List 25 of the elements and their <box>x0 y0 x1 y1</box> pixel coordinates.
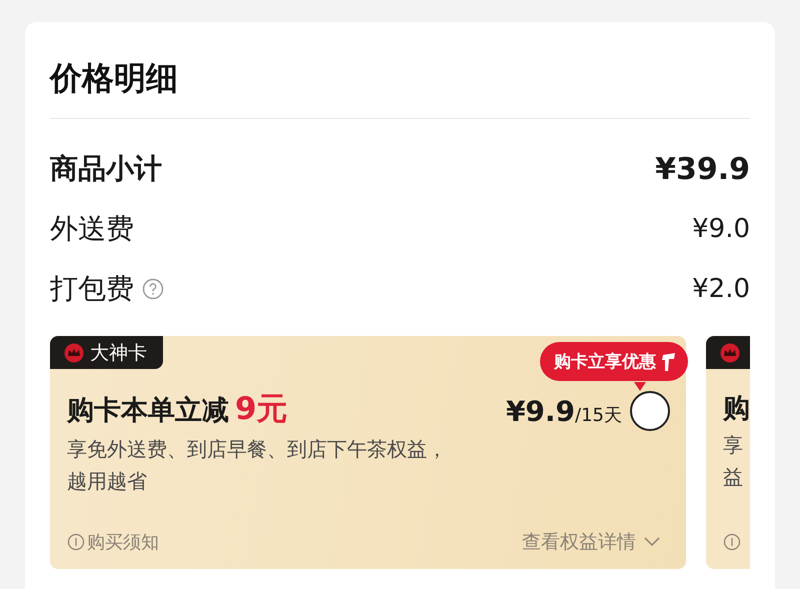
promo-bubble: 购卡立享优惠 <box>540 342 688 381</box>
fee-label: 打包费 <box>50 271 134 307</box>
section-title: 价格明细 <box>50 58 750 119</box>
benefit-details-link[interactable]: 查看权益详情 <box>522 529 660 555</box>
bubble-pointer <box>634 382 646 391</box>
fee-amount: ¥2.0 <box>692 274 750 304</box>
card-description: 享免外送费、到店早餐、到店下午茶权益，越用越省 <box>67 436 448 495</box>
chevron-down-icon <box>644 537 660 547</box>
crown-icon <box>720 342 740 362</box>
info-icon <box>67 533 85 551</box>
badge-label: 大神卡 <box>90 340 147 366</box>
help-icon[interactable] <box>142 278 164 300</box>
fee-label: 外送费 <box>50 211 134 247</box>
card-description: 益 <box>722 464 744 491</box>
select-radio[interactable] <box>630 391 670 431</box>
card-title: 购 <box>722 392 750 426</box>
card-title: 购卡本单立减 9元 <box>67 390 289 429</box>
fee-amount: ¥9.0 <box>692 214 750 244</box>
fee-label: 商品小计 <box>50 151 162 187</box>
fee-amount: ¥39.9 <box>655 152 750 186</box>
info-icon <box>723 533 741 551</box>
crown-icon <box>64 342 84 362</box>
card-price: ¥9.9/15天 <box>506 394 622 428</box>
purchase-notice-link[interactable]: 购买须知 <box>67 530 159 554</box>
card-description: 享 <box>722 432 744 459</box>
